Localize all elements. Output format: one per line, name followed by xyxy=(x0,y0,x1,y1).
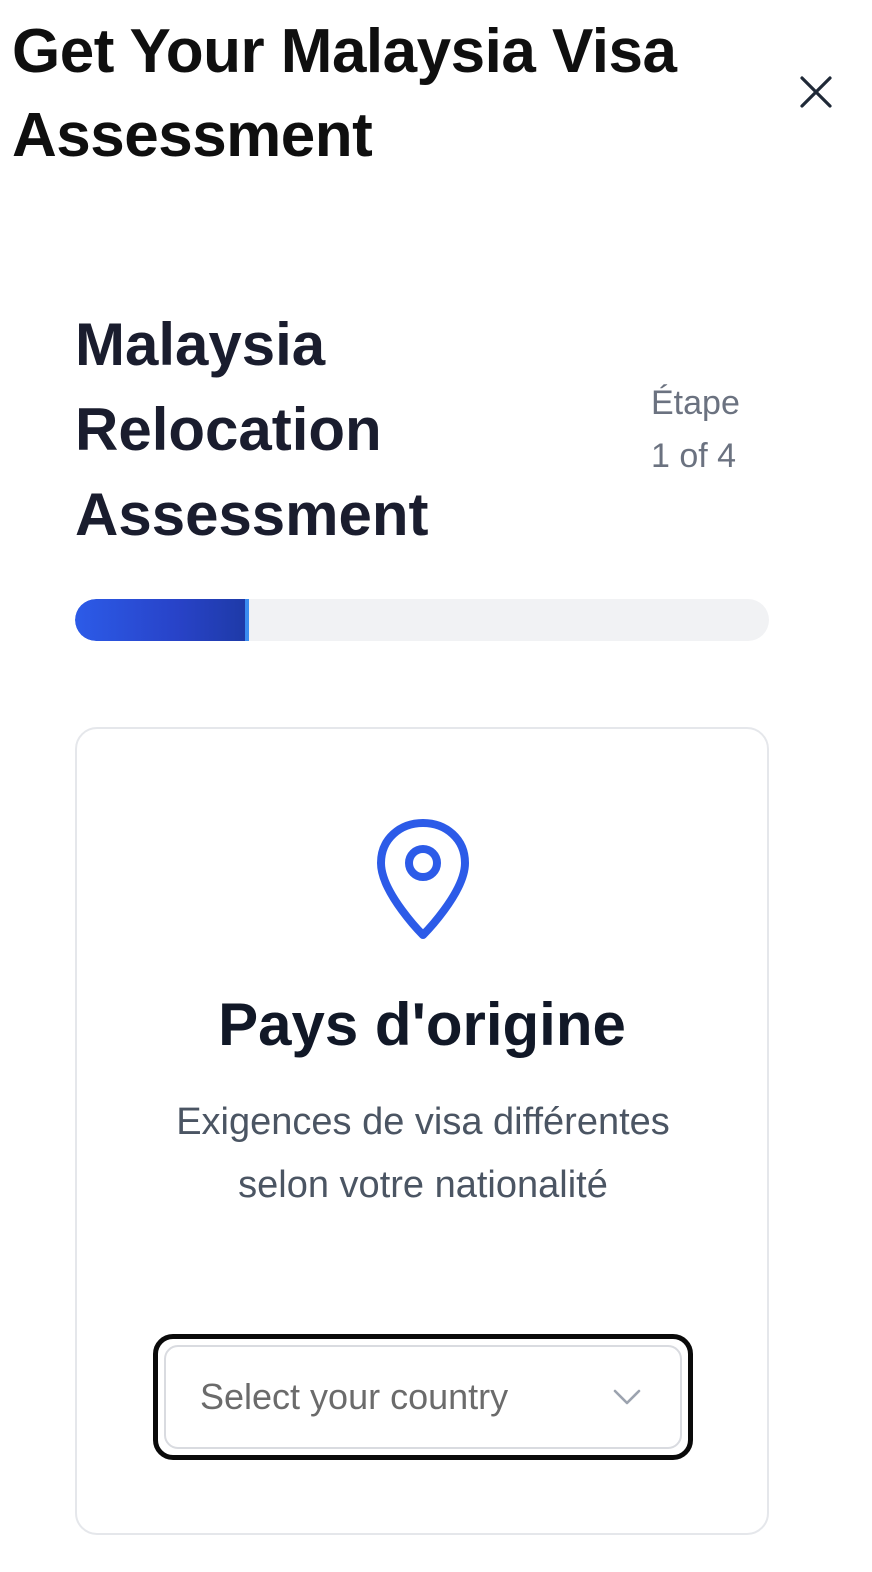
step-indicator: Étape 1 of 4 xyxy=(651,377,769,483)
progress-fill xyxy=(75,599,249,641)
visa-assessment-modal: Get Your Malaysia Visa Assessment Malays… xyxy=(0,0,872,1572)
chevron-down-icon xyxy=(613,1389,641,1405)
close-button[interactable] xyxy=(790,66,842,118)
step-label: Étape xyxy=(651,383,740,422)
country-select-focus-ring: Select your country xyxy=(153,1334,693,1460)
close-icon xyxy=(800,76,832,108)
modal-title: Get Your Malaysia Visa Assessment xyxy=(12,17,677,170)
assessment-title: Malaysia Relocation Assessment xyxy=(75,311,429,548)
country-select[interactable]: Select your country xyxy=(164,1345,682,1449)
progress-bar xyxy=(75,599,769,641)
assessment-header: Malaysia Relocation Assessment Étape 1 o… xyxy=(75,302,769,557)
step-count: 1 of 4 xyxy=(651,436,737,475)
country-select-placeholder: Select your country xyxy=(200,1376,509,1417)
question-title: Pays d'origine xyxy=(218,991,626,1058)
map-pin-icon xyxy=(377,819,469,939)
question-card: Pays d'origine Exigences de visa différe… xyxy=(75,727,769,1535)
question-description: Exigences de visa différentes selon votr… xyxy=(176,1101,670,1206)
